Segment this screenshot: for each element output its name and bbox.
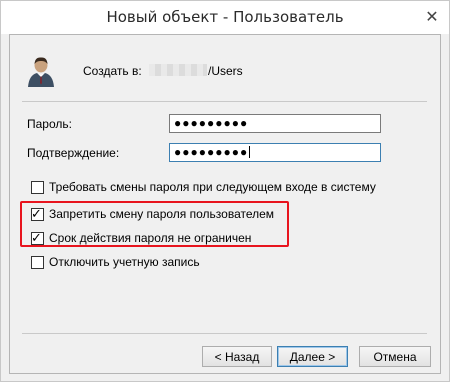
option-label: Отключить учетную запись — [49, 255, 200, 269]
next-button[interactable]: Далее > — [277, 346, 348, 367]
option-password-never-expires[interactable]: ✓ Срок действия пароля не ограничен — [31, 230, 251, 246]
title-bar: Новый объект - Пользователь ✕ — [1, 1, 449, 34]
password-value: ●●●●●●●●● — [174, 116, 249, 130]
option-label: Требовать смены пароля при следующем вхо… — [49, 180, 376, 194]
back-button[interactable]: < Назад — [202, 346, 272, 367]
user-icon — [28, 57, 54, 87]
confirm-password-label: Подтверждение: — [27, 146, 120, 160]
divider — [22, 101, 427, 102]
confirm-password-value: ●●●●●●●●● — [174, 145, 249, 159]
password-input[interactable]: ●●●●●●●●● — [169, 114, 381, 133]
checkbox[interactable] — [31, 180, 44, 194]
option-disable-account[interactable]: Отключить учетную запись — [31, 254, 200, 270]
option-label: Запретить смену пароля пользователем — [49, 207, 275, 221]
password-label: Пароль: — [27, 117, 72, 131]
window-title: Новый объект - Пользователь — [106, 8, 344, 26]
option-cannot-change-password[interactable]: ✓ Запретить смену пароля пользователем — [31, 206, 274, 222]
option-must-change-password[interactable]: Требовать смены пароля при следующем вхо… — [31, 179, 376, 195]
create-in-path: Создать в: /Users — [83, 64, 243, 78]
create-in-label: Создать в: — [83, 64, 142, 78]
close-button[interactable]: ✕ — [420, 5, 444, 29]
checkbox[interactable]: ✓ — [31, 205, 44, 221]
new-user-dialog: Новый объект - Пользователь ✕ Создать в:… — [0, 0, 450, 382]
path-suffix: /Users — [208, 64, 243, 78]
close-icon: ✕ — [425, 9, 439, 26]
checkmark-icon: ✓ — [31, 229, 42, 245]
confirm-password-input[interactable]: ●●●●●●●●● — [169, 143, 381, 162]
divider — [22, 333, 427, 334]
checkmark-icon: ✓ — [31, 205, 42, 221]
redacted-path — [149, 64, 207, 76]
checkbox[interactable]: ✓ — [31, 229, 44, 245]
cancel-button[interactable]: Отмена — [359, 346, 431, 367]
checkbox[interactable] — [31, 255, 44, 269]
text-caret — [249, 146, 251, 158]
option-label: Срок действия пароля не ограничен — [49, 231, 252, 245]
dialog-body: Создать в: /Users Пароль: ●●●●●●●●● Подт… — [9, 34, 441, 374]
